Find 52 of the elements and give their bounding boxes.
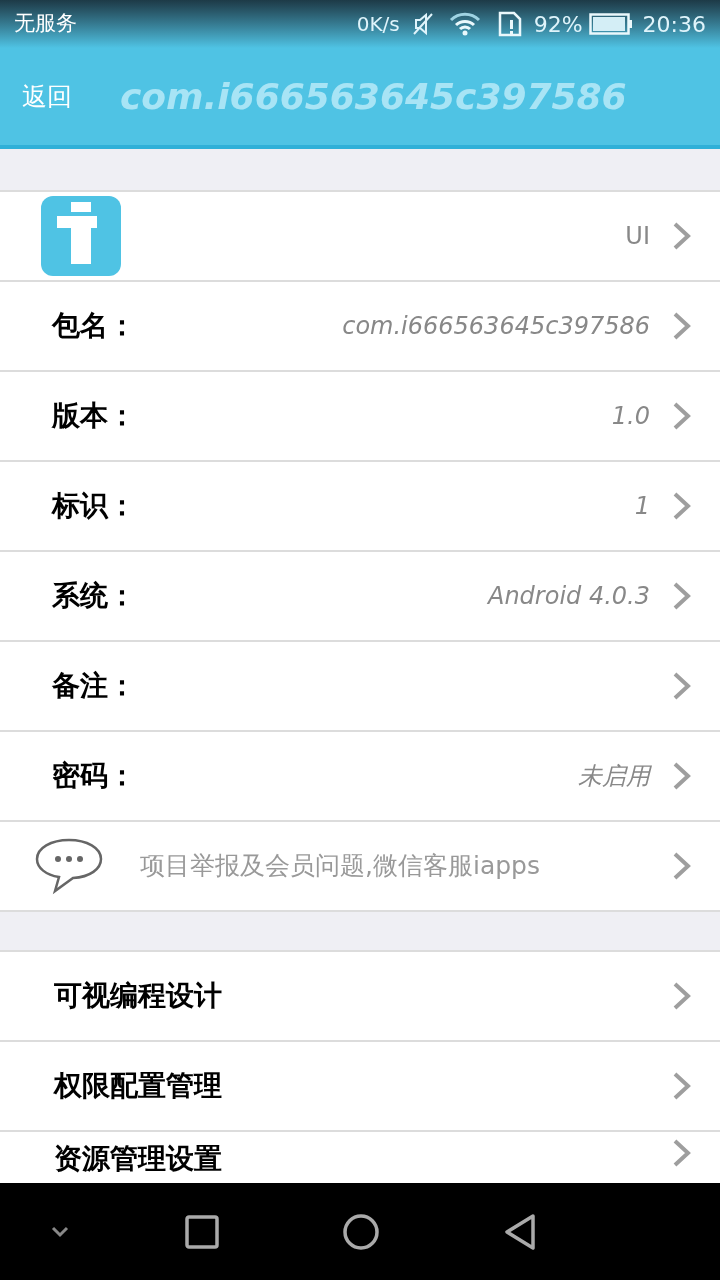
notice-text: 项目举报及会员问题,微信客服iapps <box>140 850 540 883</box>
chevron-icon <box>672 401 692 431</box>
field-label: 密码： <box>52 758 136 794</box>
field-label: 标识： <box>52 488 136 524</box>
field-label: 版本： <box>52 398 136 434</box>
list-row[interactable]: 系统： Android 4.0.3 <box>0 552 720 642</box>
chevron-icon <box>672 671 692 701</box>
chat-bubble-icon <box>34 837 104 895</box>
chevron-icon <box>672 851 692 881</box>
back-icon[interactable] <box>503 1212 537 1251</box>
battery-percent: 92% <box>533 10 583 39</box>
list-row[interactable]: 可视编程设计 <box>0 952 720 1042</box>
list-row[interactable]: 版本： 1.0 <box>0 372 720 462</box>
list-row[interactable]: 权限配置管理 <box>0 1042 720 1132</box>
field-label: 包名： <box>52 308 136 344</box>
menu-label: 可视编程设计 <box>54 978 222 1014</box>
list-row[interactable]: 标识： 1 <box>0 462 720 552</box>
chevron-icon <box>672 981 692 1011</box>
field-label: 备注： <box>52 668 136 704</box>
list-row[interactable]: 备注： <box>0 642 720 732</box>
chevron-icon <box>672 581 692 611</box>
wifi-icon <box>447 12 482 36</box>
list-row[interactable]: UI <box>0 192 720 282</box>
mute-icon <box>411 12 436 36</box>
value-text: com.i666563645c397586 <box>342 311 650 342</box>
value-text: 未启用 <box>578 761 650 792</box>
value-text: Android 4.0.3 <box>488 581 650 612</box>
value-text: 1.0 <box>611 401 650 432</box>
network-speed: 0K/s <box>356 11 400 38</box>
battery-icon <box>588 13 633 35</box>
clock-text: 20:36 <box>642 10 706 39</box>
chevron-down-icon[interactable] <box>50 1225 70 1238</box>
carrier-text: 无服务 <box>14 10 77 38</box>
chevron-icon <box>672 1071 692 1101</box>
recents-icon[interactable] <box>185 1214 219 1249</box>
home-icon[interactable] <box>343 1213 379 1250</box>
page-title: com.i666563645c397586 <box>120 74 627 119</box>
chevron-icon <box>672 221 692 251</box>
value-text: UI <box>625 221 650 252</box>
list-row[interactable]: 资源管理设置 <box>0 1132 720 1183</box>
chevron-icon <box>672 761 692 791</box>
chevron-icon <box>672 311 692 341</box>
menu-label: 权限配置管理 <box>54 1068 222 1104</box>
app-icon <box>41 196 121 276</box>
chevron-icon <box>672 1138 692 1168</box>
menu-label: 资源管理设置 <box>54 1141 222 1177</box>
chevron-icon <box>672 491 692 521</box>
list-row[interactable]: 包名： com.i666563645c397586 <box>0 282 720 372</box>
value-text: 1 <box>634 491 650 522</box>
sim-card-icon <box>497 11 522 37</box>
field-label: 系统： <box>52 578 136 614</box>
list-row[interactable]: 密码： 未启用 <box>0 732 720 822</box>
